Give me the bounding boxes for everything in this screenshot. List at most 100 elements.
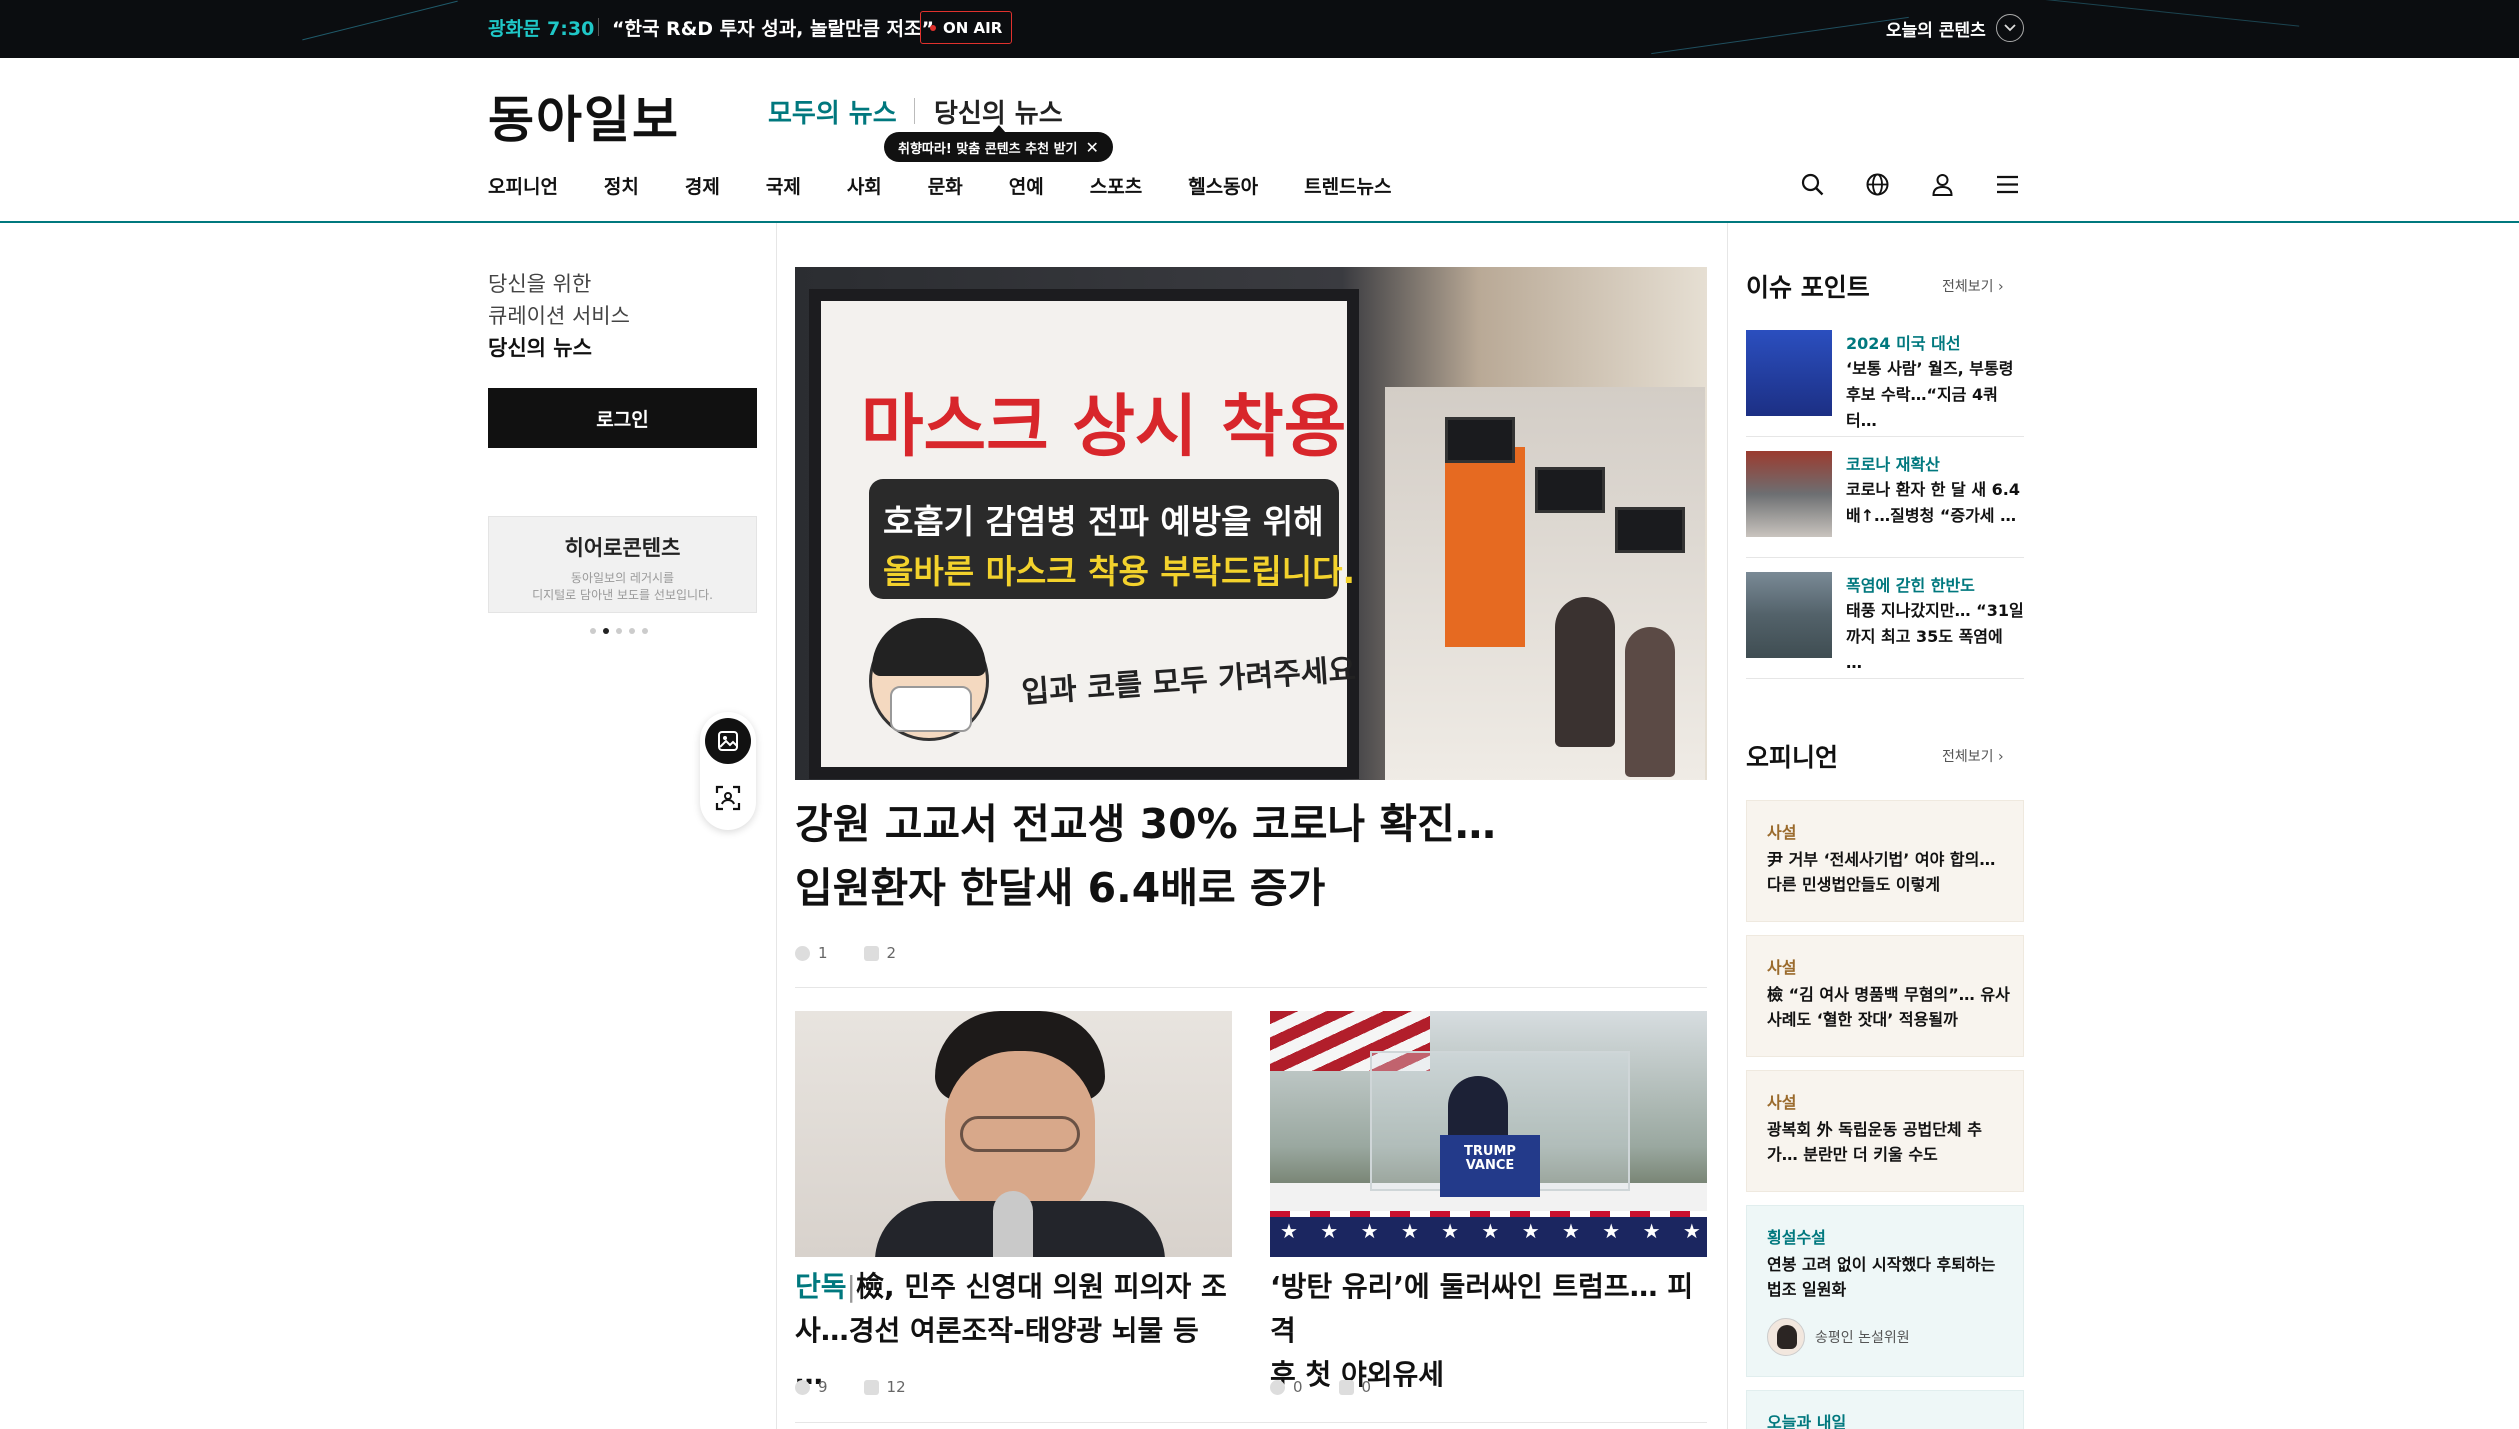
opinion-title-line: 법조 일원화 [1767, 1280, 1847, 1299]
photo-detail [1555, 597, 1615, 747]
today-content-label: 오늘의 콘텐츠 [1886, 20, 1986, 41]
carousel-dot[interactable] [629, 628, 635, 634]
story-photo-sin[interactable] [795, 1011, 1232, 1257]
user-icon[interactable] [1930, 172, 1955, 197]
decor-line [1651, 16, 1909, 55]
issue-title-line: 후보 수락…“지금 4쿼터… [1846, 385, 1998, 430]
scan-icon[interactable] [714, 784, 742, 812]
issue-category: 2024 미국 대선 [1846, 334, 1961, 353]
exclusive-label: 단독 [795, 1270, 847, 1303]
carousel-dot[interactable] [616, 628, 622, 634]
issue-item[interactable]: 코로나 재확산 코로나 환자 한 달 새 6.4 배↑…질병청 “증가세 … [1746, 441, 2024, 547]
floating-tools [700, 712, 756, 830]
carousel-dot[interactable] [642, 628, 648, 634]
onair-badge[interactable]: ON AIR [920, 11, 1013, 44]
story-meta-trump: 0 0 [1270, 1378, 1371, 1396]
opinion-more-link[interactable]: 전체보기 › [1942, 746, 2004, 766]
photo-detail [1445, 447, 1525, 647]
issue-title-line: 까지 최고 35도 폭염에 … [1846, 627, 2003, 672]
opinion-card[interactable]: 사설 檢 “김 여사 명품백 무혐의”… 유사 사례도 ‘혈한 잣대’ 적용될까 [1746, 935, 2024, 1057]
close-icon[interactable]: ✕ [1086, 138, 1099, 157]
issue-more-link[interactable]: 전체보기 › [1942, 276, 2004, 296]
nav-item-politics[interactable]: 정치 [604, 172, 639, 199]
nav-item-opinion[interactable]: 오피니언 [488, 172, 558, 199]
opinion-card[interactable]: 오늘과 내일 [1746, 1390, 2024, 1429]
story-meta-sin: 9 12 [795, 1378, 906, 1396]
opinion-card[interactable]: 사설 尹 거부 ‘전세사기법’ 여야 합의… 다른 민생법안들도 이렇게 [1746, 800, 2024, 922]
issue-title-line: 코로나 환자 한 달 새 6.4 [1846, 480, 2020, 499]
onair-time[interactable]: 광화문 7:30 [488, 14, 594, 41]
comment-count[interactable]: 2 [887, 944, 897, 962]
reaction-count: 1 [818, 944, 828, 962]
opinion-card[interactable]: 사설 광복회 外 독립운동 공법단체 추 가… 분란만 더 키울 수도 [1746, 1070, 2024, 1192]
photo-sign-text: 올바른 마스크 착용 부탁드립니다. [883, 552, 1356, 591]
search-icon[interactable] [1800, 172, 1825, 197]
nav-item-entertainment[interactable]: 연예 [1009, 172, 1044, 199]
headline-line: 강원 고교서 전교생 30% 코로나 확진… [795, 800, 1496, 848]
top-story-headline[interactable]: 강원 고교서 전교생 30% 코로나 확진… 입원환자 한달새 6.4배로 증가 [795, 792, 1707, 920]
issue-title-line: 태풍 지나갔지만… “31일 [1846, 601, 2024, 620]
divider [795, 1422, 1707, 1423]
issue-thumbnail [1746, 572, 1832, 658]
nav-item-sports[interactable]: 스포츠 [1090, 172, 1142, 199]
opinion-title-line: 광복회 外 독립운동 공법단체 추 [1767, 1120, 1982, 1139]
photo-detail [1535, 467, 1605, 513]
opinion-title-line: 尹 거부 ‘전세사기법’ 여야 합의… [1767, 850, 1996, 869]
login-button[interactable]: 로그인 [488, 388, 757, 448]
header-icons [1800, 172, 2020, 197]
curation-line: 당신의 뉴스 [488, 332, 630, 364]
issue-item[interactable]: 2024 미국 대선 ‘보통 사람’ 월즈, 부통령 후보 수락…“지금 4쿼터… [1746, 320, 2024, 430]
hero-desc: 동아일보의 레거시를 디지털로 담아낸 보도를 선보입니다. [489, 570, 756, 604]
curation-line: 큐레이션 서비스 [488, 304, 630, 328]
site-logo[interactable]: 동아일보 [488, 80, 680, 152]
main-nav: 오피니언 정치 경제 국제 사회 문화 연예 스포츠 헬스동아 트렌드뉴스 [488, 172, 1438, 199]
photo-sign-text: 마스크 상시 착용 [861, 388, 1347, 467]
issue-item[interactable]: 폭염에 갇힌 한반도 태풍 지나갔지만… “31일 까지 최고 35도 폭염에 … [1746, 562, 2024, 672]
carousel-dot[interactable] [590, 628, 596, 634]
globe-icon[interactable] [1865, 172, 1890, 197]
opinion-category: 사설 [1767, 958, 1797, 977]
divider [1746, 557, 2024, 558]
tooltip-text: 취향따라! 맞춤 콘텐츠 추천 받기 [898, 141, 1078, 157]
nav-item-international[interactable]: 국제 [766, 172, 801, 199]
onair-badge-label: ON AIR [943, 18, 1003, 37]
nav-item-trend-news[interactable]: 트렌드뉴스 [1304, 172, 1391, 199]
curation-line: 당신을 위한 [488, 272, 592, 296]
comment-count[interactable]: 12 [887, 1378, 906, 1396]
story-photo-trump[interactable]: TRUMP VANCE ★ ★ ★ ★ ★ ★ ★ ★ ★ ★ ★ ★ [1270, 1011, 1707, 1257]
divider [914, 98, 915, 124]
carousel-dot-active[interactable] [603, 628, 609, 634]
photo-detail [1625, 627, 1675, 777]
nav-item-society[interactable]: 사회 [847, 172, 882, 199]
image-search-icon[interactable] [705, 718, 751, 764]
top-bar: 광화문 7:30 “한국 R&D 투자 성과, 놀랄만큼 저조” ON AIR … [0, 0, 2519, 58]
live-dot-icon [930, 24, 936, 31]
comment-count[interactable]: 0 [1362, 1378, 1372, 1396]
author-name: 송평인 논설위원 [1815, 1330, 1910, 1346]
header-divider [0, 221, 2519, 223]
issue-title: 코로나 환자 한 달 새 6.4 배↑…질병청 “증가세 … [1846, 477, 2024, 529]
decor-line [302, 0, 458, 41]
menu-icon[interactable] [1995, 172, 2020, 197]
nav-item-economy[interactable]: 경제 [685, 172, 720, 199]
photo-detail [1445, 417, 1515, 463]
issue-thumbnail [1746, 330, 1832, 416]
opinion-category: 사설 [1767, 1093, 1797, 1112]
onair-program-title[interactable]: “한국 R&D 투자 성과, 놀랄만큼 저조” [612, 14, 934, 41]
nav-item-health[interactable]: 헬스동아 [1188, 172, 1258, 199]
top-story-meta: 1 2 [795, 944, 896, 962]
divider [795, 987, 1707, 988]
recommend-tooltip[interactable]: 취향따라! 맞춤 콘텐츠 추천 받기 ✕ [884, 125, 1113, 162]
issue-title-line: 배↑…질병청 “증가세 … [1846, 506, 2017, 525]
comment-icon [1338, 1379, 1354, 1395]
issue-category: 코로나 재확산 [1846, 455, 1940, 474]
photo-detail [993, 1191, 1033, 1257]
hero-content-banner[interactable]: 히어로콘텐츠 동아일보의 레거시를 디지털로 담아낸 보도를 선보입니다. [488, 516, 757, 613]
top-story-photo[interactable]: 마스크 상시 착용 호흡기 감염병 전파 예방을 위해 올바른 마스크 착용 부… [795, 267, 1707, 780]
nav-item-culture[interactable]: 문화 [928, 172, 963, 199]
hero-title: 히어로콘텐츠 [564, 536, 681, 560]
hero-desc-line: 디지털로 담아낸 보도를 선보입니다. [532, 588, 713, 602]
tab-everyone-news[interactable]: 모두의 뉴스 [768, 93, 897, 130]
opinion-card[interactable]: 횡설수설 연봉 고려 없이 시작했다 후퇴하는 법조 일원화 송평인 논설위원 [1746, 1205, 2024, 1377]
today-content-button[interactable]: 오늘의 콘텐츠 [1886, 14, 2024, 42]
